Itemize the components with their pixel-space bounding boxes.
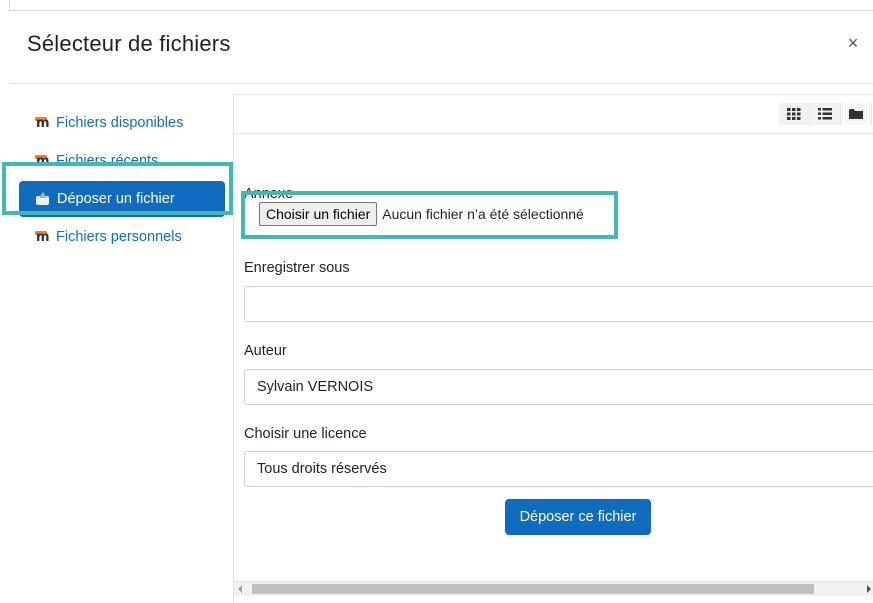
sidebar-item-deposer-un-fichier[interactable]: Déposer un fichier (19, 181, 225, 217)
grid-view-icon (787, 108, 801, 120)
dialog-header: Sélecteur de fichiers × (9, 11, 873, 84)
sidebar-item-label: Fichiers disponibles (56, 115, 184, 131)
sidebar-item-label: Fichiers personnels (56, 229, 182, 245)
save-as-label: Enregistrer sous (244, 260, 350, 276)
scrollbar-thumb[interactable] (252, 584, 814, 594)
author-label: Auteur (244, 343, 287, 359)
upload-panel: Annexe Enregistrer sous Auteur Sylvain V… (233, 94, 873, 603)
page-edge-top (0, 0, 873, 10)
sidebar-item-fichiers-disponibles[interactable]: m Fichiers disponibles (19, 105, 225, 141)
author-input[interactable]: Sylvain VERNOIS (244, 369, 873, 405)
save-as-input[interactable] (244, 286, 873, 322)
dialog-title: Sélecteur de fichiers (27, 31, 231, 56)
file-chooser: Choisir un fichier Aucun fichier n’a été… (259, 202, 584, 226)
upload-icon (35, 192, 51, 206)
grid-view-button[interactable] (779, 103, 810, 125)
list-view-button[interactable] (810, 103, 841, 125)
upload-file-button[interactable]: Déposer ce fichier (505, 499, 651, 535)
list-view-icon (818, 108, 832, 120)
close-icon: × (847, 33, 859, 53)
moodle-icon: m (35, 154, 50, 169)
file-status-text: Aucun fichier n’a été sélectionné (382, 206, 584, 222)
folder-view-button[interactable] (841, 103, 872, 125)
sidebar-item-fichiers-recents[interactable]: m Fichiers récents (19, 143, 225, 179)
file-picker-dialog: Sélecteur de fichiers × m Fichiers dispo… (9, 10, 873, 603)
sidebar-item-label: Fichiers récents (56, 153, 159, 169)
attachment-label: Annexe (244, 186, 294, 202)
close-button[interactable]: × (843, 33, 863, 53)
folder-view-icon (849, 109, 863, 119)
moodle-icon: m (35, 230, 50, 245)
sidebar-item-label: Déposer un fichier (57, 191, 175, 207)
scroll-left-icon[interactable] (238, 585, 242, 593)
view-toolbar (234, 95, 873, 134)
license-select[interactable]: Tous droits réservés (244, 451, 873, 487)
choose-file-button[interactable]: Choisir un fichier (259, 202, 378, 226)
scroll-right-icon[interactable] (867, 585, 871, 593)
moodle-icon: m (35, 116, 50, 131)
sidebar-item-fichiers-personnels[interactable]: m Fichiers personnels (19, 219, 225, 255)
license-label: Choisir une licence (244, 426, 367, 442)
horizontal-scrollbar[interactable] (234, 581, 873, 596)
